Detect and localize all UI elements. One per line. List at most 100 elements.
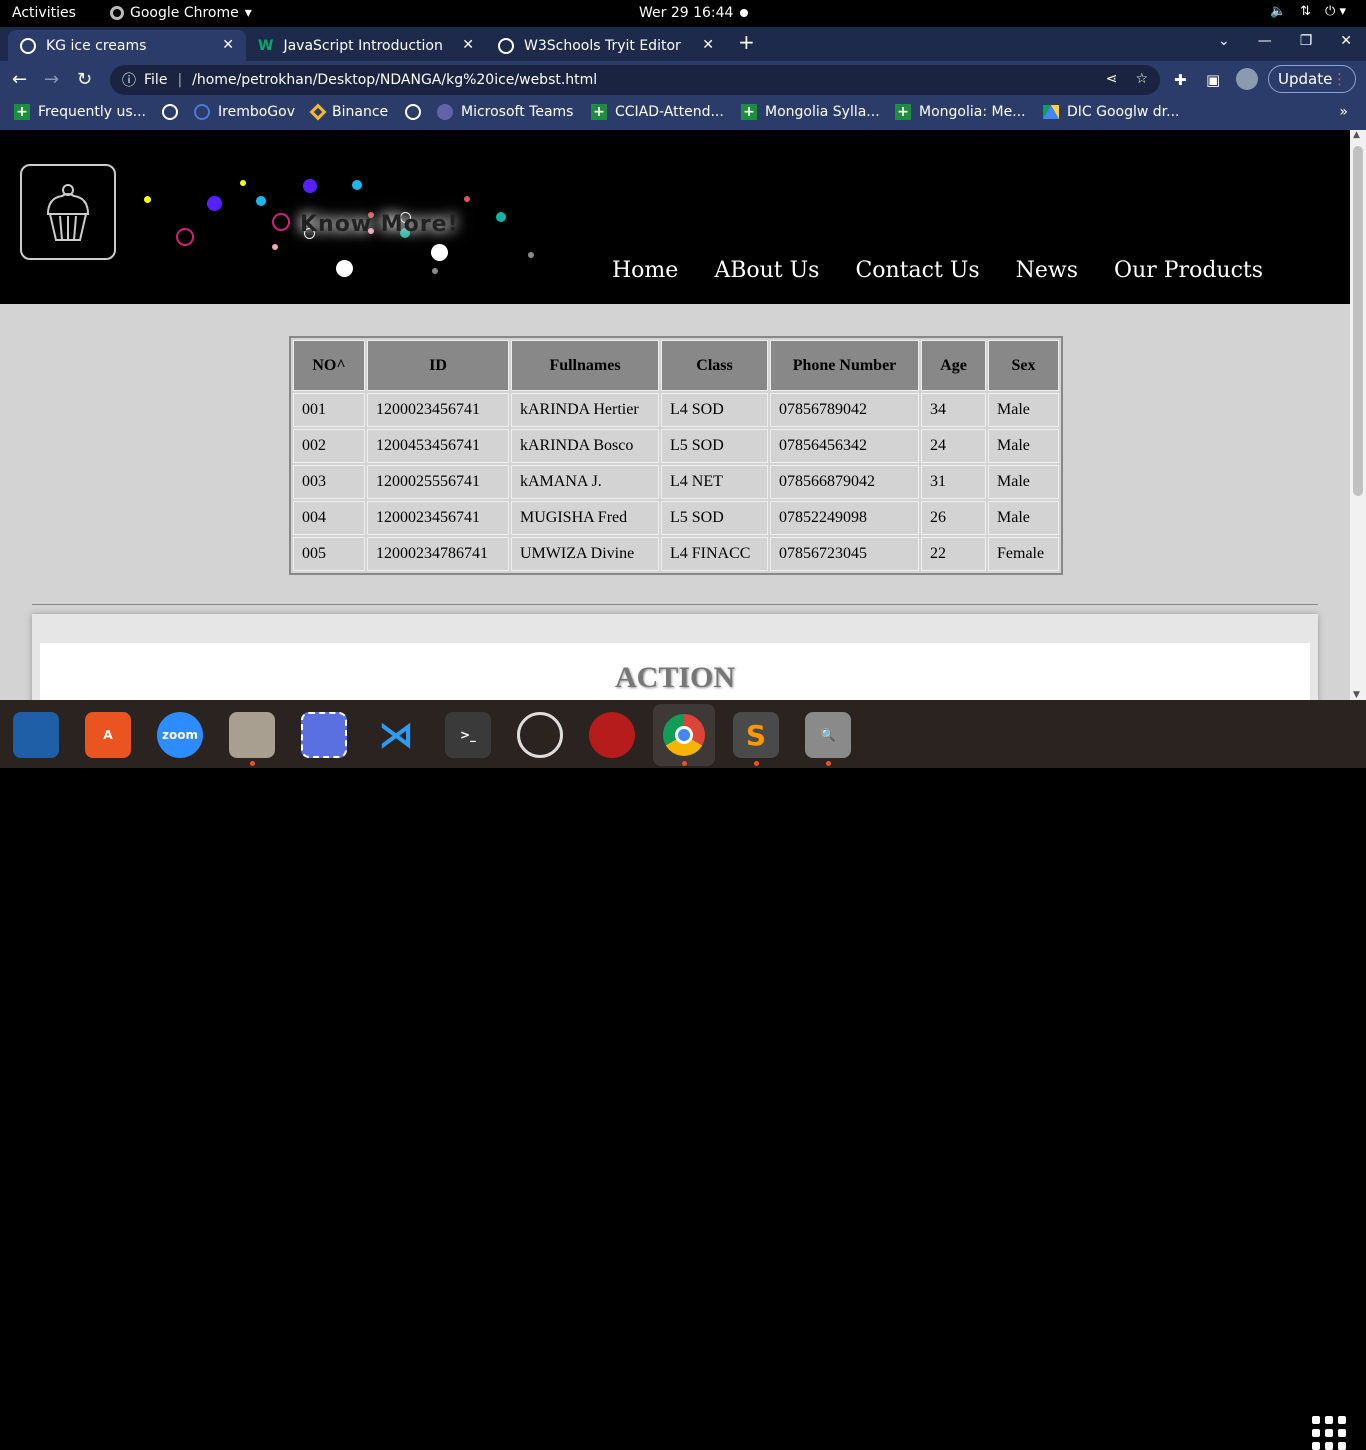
activities-button[interactable]: Activities xyxy=(12,5,76,21)
bookmark-dic-drive[interactable]: DIC Googlw dr... xyxy=(1043,104,1180,120)
bubble xyxy=(256,196,266,206)
scroll-up-icon[interactable]: ▲ xyxy=(1353,130,1360,140)
bookmark-mongolia-sylla[interactable]: + Mongolia Sylla... xyxy=(741,104,880,120)
restore-icon[interactable]: ❐ xyxy=(1300,33,1313,49)
tab-w3schools-tryit[interactable]: W3Schools Tryit Editor ✕ xyxy=(486,30,726,61)
table-cell: MUGISHA Fred xyxy=(511,501,659,535)
tab-javascript-introduction[interactable]: W JavaScript Introduction ✕ xyxy=(246,30,486,61)
bubble xyxy=(207,196,222,211)
sheets-icon: + xyxy=(741,104,757,120)
bubble xyxy=(432,268,438,274)
show-apps-grid-icon[interactable] xyxy=(1312,1416,1346,1450)
bookmark-microsoft-teams[interactable]: Microsoft Teams xyxy=(437,104,573,120)
vscode-icon[interactable]: ⋊ xyxy=(373,712,419,758)
scroll-down-icon[interactable]: ▼ xyxy=(1353,690,1360,700)
table-cell: 07856723045 xyxy=(770,537,919,571)
screenshot-icon[interactable] xyxy=(301,712,347,758)
back-icon[interactable]: ← xyxy=(12,69,27,90)
bubble xyxy=(464,196,470,202)
chrome-icon[interactable] xyxy=(653,704,715,766)
screen-recorder-icon[interactable] xyxy=(589,712,635,758)
table-cell: 07856789042 xyxy=(770,393,919,427)
cupcake-icon xyxy=(46,184,90,241)
sheets-icon: + xyxy=(895,104,911,120)
column-header: ID xyxy=(367,340,509,391)
software-updater-icon[interactable] xyxy=(517,712,563,758)
tab-kg-ice-creams[interactable]: KG ice creams ✕ xyxy=(8,30,246,61)
globe-icon xyxy=(20,37,36,54)
side-panel-icon[interactable]: ▣ xyxy=(1206,71,1220,89)
action-section: ACTION xyxy=(32,614,1318,700)
files-icon[interactable] xyxy=(229,712,275,758)
running-indicator xyxy=(826,761,831,766)
bookmark-irembogov[interactable]: IremboGov xyxy=(194,104,295,120)
search-image-icon[interactable]: 🔍 xyxy=(805,712,851,758)
tab-strip: KG ice creams ✕ W JavaScript Introductio… xyxy=(0,27,1366,61)
bookmark-frequently-used[interactable]: + Frequently us... xyxy=(14,104,146,120)
bookmark-cciad[interactable]: + CCIAD-Attend... xyxy=(591,104,724,120)
bookmark-globe[interactable] xyxy=(162,104,178,120)
table-cell: 1200453456741 xyxy=(367,429,509,463)
bookmark-mongolia-me[interactable]: + Mongolia: Me... xyxy=(895,104,1026,120)
bookmark-binance[interactable]: Binance xyxy=(309,103,388,121)
tab-search-icon[interactable]: ⌄ xyxy=(1218,33,1230,49)
sublime-icon[interactable]: S xyxy=(733,712,779,758)
notification-dot xyxy=(740,9,748,17)
bookmark-label: Mongolia: Me... xyxy=(919,104,1026,120)
update-button[interactable]: Update ⋮ xyxy=(1268,65,1356,93)
app-menu[interactable]: Google Chrome ▾ xyxy=(110,5,252,21)
minimize-icon[interactable]: — xyxy=(1258,33,1272,49)
nav-news[interactable]: News xyxy=(1016,258,1078,283)
zoom-icon[interactable]: zoom xyxy=(157,712,203,758)
share-icon[interactable]: ⋖ xyxy=(1106,71,1118,87)
drive-icon xyxy=(1043,105,1059,119)
more-bookmarks-icon[interactable]: » xyxy=(1339,104,1348,120)
nav-our-products[interactable]: Our Products xyxy=(1114,258,1263,283)
close-window-icon[interactable]: ✕ xyxy=(1340,33,1352,49)
sheets-icon: + xyxy=(591,104,607,120)
close-tab-icon[interactable]: ✕ xyxy=(462,37,474,53)
nav-about-us[interactable]: ABout Us xyxy=(714,258,819,283)
address-bar[interactable]: ⓘ File | /home/petrokhan/Desktop/NDANGA/… xyxy=(110,65,1160,95)
binance-icon xyxy=(309,103,327,121)
forward-icon[interactable]: → xyxy=(44,69,59,90)
update-label: Update xyxy=(1278,70,1333,88)
nav-contact-us[interactable]: Contact Us xyxy=(855,258,979,283)
know-more-text[interactable]: Know More! xyxy=(300,212,459,237)
table-row: 004 1200023456741 MUGISHA Fred L5 SOD 078522… xyxy=(293,501,1059,535)
table-cell: 31 xyxy=(921,465,986,499)
globe-icon xyxy=(498,37,514,54)
table-cell: 078566879042 xyxy=(770,465,919,499)
close-tab-icon[interactable]: ✕ xyxy=(222,37,234,53)
terminal-icon[interactable]: >_ xyxy=(445,712,491,758)
reload-icon[interactable]: ↻ xyxy=(77,69,92,90)
table-cell: 07856456342 xyxy=(770,429,919,463)
table-cell: L4 FINACC xyxy=(661,537,768,571)
url-text: /home/petrokhan/Desktop/NDANGA/kg%20ice/… xyxy=(192,72,598,88)
bookmark-star-icon[interactable]: ☆ xyxy=(1135,71,1148,87)
table-cell: L4 SOD xyxy=(661,393,768,427)
site-header: Know More! Home ABout Us Contact Us News… xyxy=(0,130,1350,304)
profile-avatar[interactable] xyxy=(1236,68,1258,90)
table-cell: kARINDA Hertier xyxy=(511,393,659,427)
close-tab-icon[interactable]: ✕ xyxy=(702,37,714,53)
system-tray[interactable]: 🔈 ⇅ ⏻ ▾ xyxy=(1270,4,1346,19)
scrollbar-thumb[interactable] xyxy=(1353,146,1363,496)
bookmark-label: Frequently us... xyxy=(38,104,146,120)
table-cell: 004 xyxy=(293,501,365,535)
extensions-icon[interactable]: ✚ xyxy=(1174,71,1187,89)
table-row: 003 1200025556741 kAMANA J. L4 NET 078566879… xyxy=(293,465,1059,499)
clock[interactable]: Wer 29 16:44 xyxy=(639,5,733,21)
info-icon[interactable]: ⓘ xyxy=(122,70,136,90)
table-cell: 003 xyxy=(293,465,365,499)
teams-icon xyxy=(437,104,453,120)
libreoffice-writer-icon[interactable] xyxy=(13,712,59,758)
app-center-icon[interactable]: A xyxy=(85,712,131,758)
nav-home[interactable]: Home xyxy=(612,258,678,283)
new-tab-button[interactable]: + xyxy=(738,30,755,54)
cupcake-logo[interactable] xyxy=(20,164,116,260)
bookmark-globe-2[interactable] xyxy=(405,104,421,120)
table-header-row: NO^ ID Fullnames Class Phone Number Age … xyxy=(293,340,1059,391)
column-header: Class xyxy=(661,340,768,391)
page-scrollbar[interactable]: ▲ ▼ xyxy=(1350,130,1366,700)
